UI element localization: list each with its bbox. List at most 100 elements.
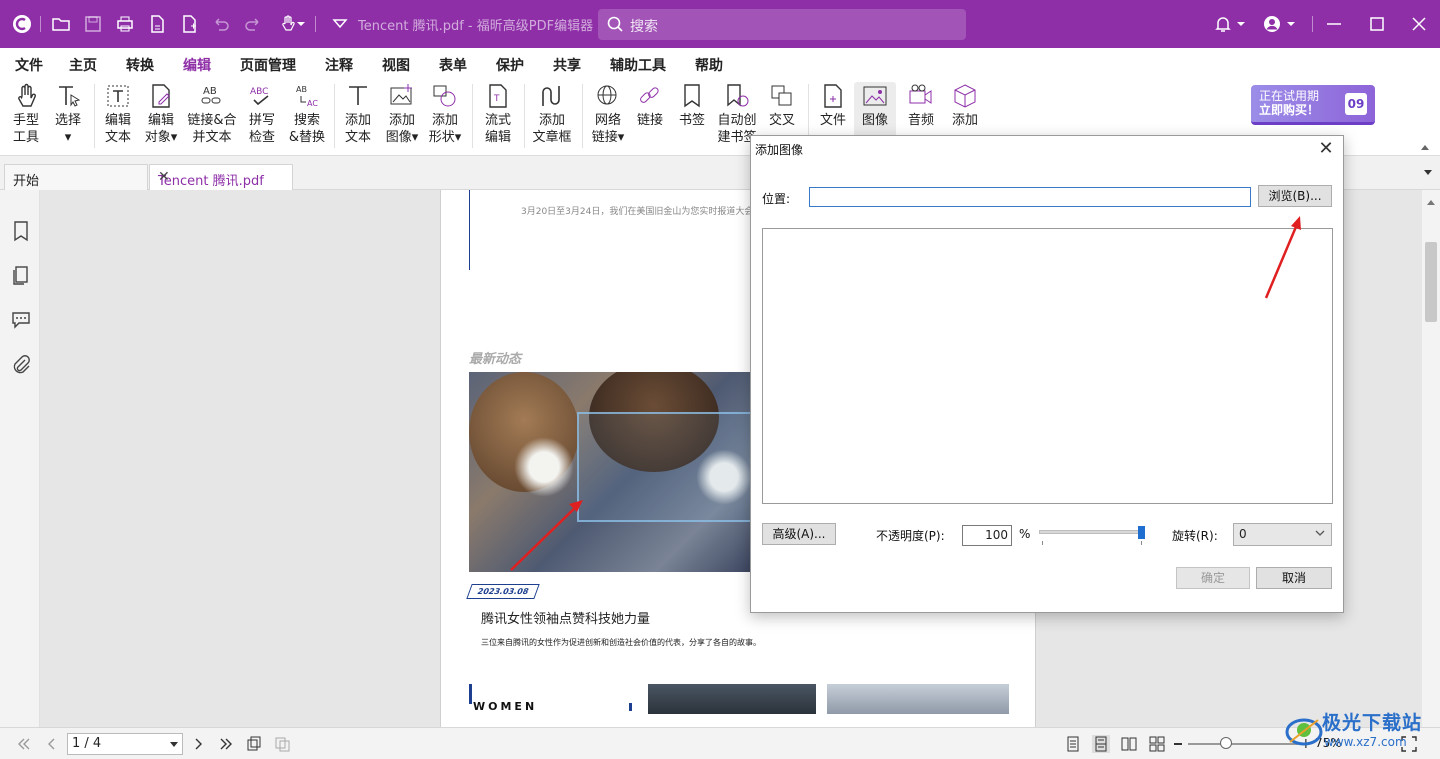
bookmark-panel-icon[interactable] [10, 220, 32, 242]
vertical-scrollbar[interactable] [1422, 190, 1440, 727]
menu-form[interactable]: 表单 [439, 55, 467, 75]
copy-page-icon[interactable] [245, 735, 263, 753]
ribbon-search-replace[interactable]: AB AC 搜索 &替换 [287, 82, 327, 146]
tab-start[interactable]: 开始 [4, 164, 148, 190]
ribbon-select[interactable]: 选择 ▾ [50, 82, 86, 146]
first-page-icon[interactable] [15, 735, 33, 753]
cancel-button[interactable]: 取消 [1256, 567, 1332, 589]
menu-accessibility[interactable]: 辅助工具 [610, 55, 666, 75]
ribbon-hand-tool[interactable]: 手型 工具 [8, 82, 44, 146]
title-bar: Tencent 腾讯.pdf - 福昕高级PDF编辑器 搜索 [0, 0, 1440, 48]
web-link-icon [594, 82, 622, 110]
single-page-view-icon[interactable] [1064, 735, 1082, 753]
ribbon-image[interactable]: 图像 [854, 82, 896, 140]
close-tab-icon[interactable]: ✕ [158, 169, 286, 185]
page-photo[interactable] [469, 372, 751, 572]
ribbon-web-link[interactable]: 网络 链接▾ [588, 82, 628, 146]
ribbon-add-image[interactable]: 添加 图像▾ [381, 82, 423, 146]
continuous-view-icon[interactable] [1092, 735, 1110, 753]
ribbon-edit-text[interactable]: 编辑 文本 [100, 82, 136, 146]
ribbon-file[interactable]: 文件 [815, 82, 851, 129]
chevron-down-icon[interactable] [1286, 12, 1296, 36]
next-page-icon[interactable] [189, 735, 207, 753]
svg-text:AC: AC [307, 99, 318, 108]
pages-panel-icon[interactable] [10, 264, 32, 286]
menu-home[interactable]: 主页 [69, 55, 97, 75]
ribbon-article-box[interactable]: 添加 文章框 [530, 82, 574, 146]
ribbon-flow-edit[interactable]: T 流式 编辑 [480, 82, 516, 146]
undo-icon[interactable] [209, 12, 233, 36]
bell-icon[interactable] [1211, 12, 1235, 36]
menu-view[interactable]: 视图 [382, 55, 410, 75]
edit-object-icon [147, 82, 175, 110]
two-page-view-icon[interactable] [1120, 735, 1138, 753]
user-avatar-icon[interactable] [1260, 12, 1284, 36]
page-view-icon[interactable] [273, 735, 291, 753]
new-doc-icon[interactable] [177, 12, 201, 36]
menu-comment[interactable]: 注释 [325, 55, 353, 75]
open-folder-icon[interactable] [49, 12, 73, 36]
rotation-select[interactable]: 0 [1233, 523, 1332, 546]
app-logo-icon[interactable] [10, 12, 34, 36]
create-pdf-icon[interactable] [145, 12, 169, 36]
last-page-icon[interactable] [217, 735, 235, 753]
page-number-input[interactable]: 1 / 4 [67, 733, 183, 755]
add-image-dialog: 添加图像 ✕ 位置: 浏览(B)... 高级(A)... 不透明度(P): 10… [750, 135, 1344, 613]
dialog-close-icon[interactable]: ✕ [1315, 138, 1337, 160]
comments-panel-icon[interactable] [10, 308, 32, 330]
ribbon-link[interactable]: 链接 [632, 82, 668, 129]
menu-help[interactable]: 帮助 [695, 55, 723, 75]
zoom-slider-knob[interactable] [1220, 737, 1232, 749]
ribbon-add-text[interactable]: 添加 文本 [340, 82, 376, 146]
opacity-slider-knob[interactable] [1138, 526, 1145, 539]
menu-file[interactable]: 文件 [15, 55, 43, 75]
ribbon-spell-check[interactable]: ABC 拼写 检查 [244, 82, 280, 146]
prev-page-icon[interactable] [43, 735, 61, 753]
attachment-panel-icon[interactable] [10, 354, 32, 376]
minimize-icon[interactable] [1322, 12, 1346, 36]
image-selection-box[interactable] [577, 412, 751, 522]
chevron-down-icon[interactable] [296, 12, 306, 36]
tab-tencent-pdf[interactable]: Tencent 腾讯.pdf ✕ [149, 164, 293, 190]
svg-text:AB: AB [296, 85, 307, 94]
link-merge-text-icon: AB [198, 82, 226, 110]
menu-protect[interactable]: 保护 [496, 55, 524, 75]
location-input[interactable] [809, 187, 1251, 207]
chevron-down-icon[interactable] [170, 742, 178, 747]
ribbon-cross[interactable]: 交叉 [764, 82, 800, 129]
quick-access-dropdown-icon[interactable] [328, 12, 352, 36]
save-icon[interactable] [81, 12, 105, 36]
scrollbar-thumb[interactable] [1425, 242, 1437, 322]
menu-edit[interactable]: 编辑 [183, 55, 211, 80]
article-box-icon [538, 82, 566, 110]
maximize-icon[interactable] [1365, 12, 1389, 36]
ribbon-link-merge-text[interactable]: AB 链接&合 并文本 [186, 82, 238, 146]
zoom-out-icon[interactable] [1174, 743, 1182, 745]
ok-button[interactable]: 确定 [1176, 567, 1250, 589]
trial-purchase-button[interactable]: 正在试用期 立即购买！ 09 [1251, 85, 1375, 125]
menu-convert[interactable]: 转换 [126, 55, 154, 75]
ribbon-add-shape[interactable]: 添加 形状▾ [424, 82, 466, 146]
search-input[interactable]: 搜索 [598, 9, 966, 40]
menu-page-manage[interactable]: 页面管理 [240, 55, 296, 75]
advanced-button[interactable]: 高级(A)... [762, 523, 836, 545]
collapse-ribbon-icon[interactable] [1420, 140, 1430, 150]
menu-share[interactable]: 共享 [553, 55, 581, 75]
two-page-continuous-icon[interactable] [1148, 735, 1166, 753]
rotation-label: 旋转(R): [1172, 529, 1218, 543]
opacity-slider[interactable] [1039, 530, 1143, 534]
print-icon[interactable] [113, 12, 137, 36]
tab-list-dropdown-icon[interactable] [1424, 170, 1432, 175]
browse-button[interactable]: 浏览(B)... [1258, 185, 1332, 207]
opacity-input[interactable]: 100 [962, 525, 1012, 546]
page-article-title: 腾讯女性领袖点赞科技她力量 [481, 612, 651, 627]
scroll-up-icon[interactable] [1427, 200, 1435, 205]
ribbon-edit-object[interactable]: 编辑 对象▾ [140, 82, 182, 146]
image-preview-area [762, 228, 1333, 504]
chevron-down-icon[interactable] [1236, 12, 1246, 36]
ribbon-3d-add[interactable]: 添加 [946, 82, 984, 129]
redo-icon[interactable] [241, 12, 265, 36]
close-icon[interactable] [1407, 12, 1431, 36]
ribbon-audio[interactable]: 音频 [902, 82, 940, 129]
ribbon-bookmark[interactable]: 书签 [674, 82, 710, 129]
